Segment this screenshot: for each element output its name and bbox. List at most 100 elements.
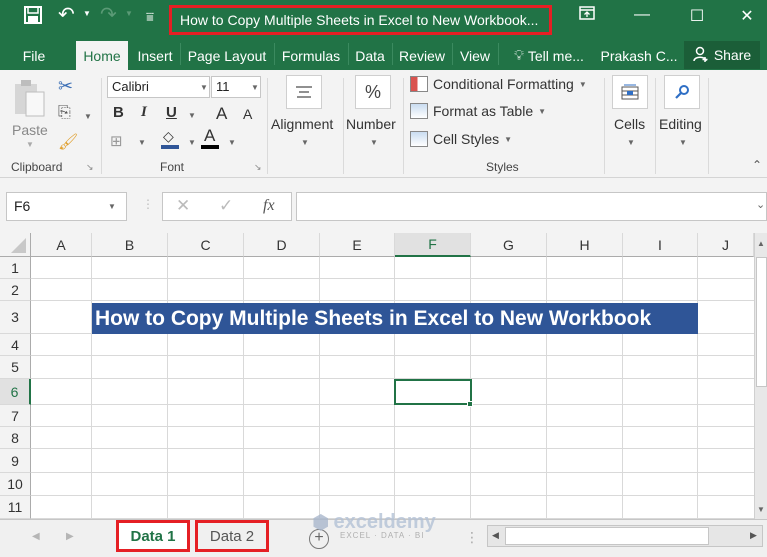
decrease-font-size-button[interactable]: A [243,106,252,122]
active-cell-f6[interactable] [394,379,472,405]
column-header-b[interactable]: B [92,233,168,257]
maximize-button[interactable]: ☐ [682,6,712,26]
formula-input[interactable] [296,192,767,221]
scroll-up-icon[interactable]: ▲ [757,239,765,248]
row-header-10[interactable]: 10 [0,473,31,496]
name-box-dropdown-icon[interactable]: ▼ [108,202,116,211]
cell-styles-button[interactable]: Cell Styles ▼ [410,131,512,147]
row-header-8[interactable]: 8 [0,427,31,449]
customize-qat-icon[interactable]: ⩸ [146,6,154,28]
fill-color-icon[interactable]: ◇ [161,128,181,150]
horizontal-scrollbar[interactable]: ◀ ▶ [487,525,763,547]
grid-column-line [167,257,168,519]
grid-column-line [243,257,244,519]
underline-button[interactable]: U [166,104,177,121]
increase-font-size-button[interactable]: A [216,104,227,124]
font-color-button[interactable]: A [201,126,221,150]
select-all-triangle-icon [11,238,26,253]
column-header-d[interactable]: D [244,233,320,257]
underline-dropdown-icon[interactable]: ▼ [188,111,196,120]
next-sheet-icon[interactable]: ▶ [66,531,74,542]
cut-icon[interactable]: ✂ [58,76,73,97]
undo-dropdown-icon[interactable]: ▼ [83,9,91,18]
tab-file[interactable]: File [10,41,58,70]
column-header-a[interactable]: A [31,233,92,257]
conditional-formatting-button[interactable]: Conditional Formatting ▼ [410,76,587,92]
select-all-button[interactable] [0,233,31,257]
sheet-tab-data-2[interactable]: Data 2 [195,520,269,552]
account-name[interactable]: Prakash C... [598,41,680,70]
column-header-h[interactable]: H [547,233,623,257]
tab-home[interactable]: Home [76,41,128,70]
column-header-f[interactable]: F [395,233,471,257]
font-color-dropdown-icon[interactable]: ▼ [228,138,236,147]
column-header-c[interactable]: C [168,233,244,257]
font-name-dropdown-icon[interactable]: ▼ [200,83,208,92]
tab-view[interactable]: View [453,41,497,70]
tab-formulas[interactable]: Formulas [275,41,347,70]
font-size-dropdown-icon[interactable]: ▼ [251,83,259,92]
collapse-ribbon-icon[interactable]: ⌃ [752,158,762,172]
redo-dropdown-icon[interactable]: ▼ [125,9,133,18]
italic-button[interactable]: I [141,104,147,121]
grid-column-line [697,257,698,519]
title-cell-b3[interactable]: How to Copy Multiple Sheets in Excel to … [92,303,698,334]
row-header-6[interactable]: 6 [0,379,31,405]
row-header-7[interactable]: 7 [0,405,31,427]
format-painter-icon[interactable]: 🖌︎ [58,132,78,152]
formula-bar-grip-icon[interactable]: ⋮ [142,197,154,211]
tell-me-search[interactable]: 💡︎ Tell me... [506,41,592,70]
tab-insert[interactable]: Insert [131,41,179,70]
expand-formula-bar-icon[interactable]: ⌄ [756,198,765,211]
horizontal-scroll-thumb[interactable] [505,527,709,545]
tab-page-layout[interactable]: Page Layout [181,41,273,70]
tab-review[interactable]: Review [393,41,451,70]
fill-handle[interactable] [467,401,473,407]
tab-splitter-icon[interactable]: ⋮ [465,529,479,546]
column-header-i[interactable]: I [623,233,698,257]
fill-color-dropdown-icon[interactable]: ▼ [188,138,196,147]
row-header-11[interactable]: 11 [0,496,31,519]
minimize-button[interactable]: — [627,6,657,24]
bold-button[interactable]: B [113,104,124,121]
scroll-down-icon[interactable]: ▼ [757,505,765,514]
clipboard-launcher-icon[interactable]: ↘ [86,162,94,173]
cancel-icon[interactable]: ✕ [176,196,190,216]
borders-icon[interactable]: ⊞ [110,132,123,150]
scroll-left-icon[interactable]: ◀ [492,530,499,541]
enter-icon[interactable]: ✓ [219,196,233,216]
column-header-j[interactable]: J [698,233,754,257]
undo-icon[interactable]: ↶ [58,4,75,26]
sheet-tab-data-1[interactable]: Data 1 [116,520,190,552]
format-as-table-button[interactable]: Format as Table ▼ [410,103,546,119]
font-name-select[interactable]: Calibri [107,76,210,98]
row-header-5[interactable]: 5 [0,356,31,379]
scroll-right-icon[interactable]: ▶ [750,530,757,541]
row-header-3[interactable]: 3 [0,301,31,334]
save-icon[interactable] [24,6,42,30]
row-header-9[interactable]: 9 [0,449,31,473]
copy-icon[interactable]: ⎘ [58,104,71,122]
redo-icon[interactable]: ↷ [100,4,117,26]
row-header-2[interactable]: 2 [0,279,31,301]
row-header-4[interactable]: 4 [0,334,31,356]
vertical-scrollbar[interactable]: ▲ ▼ [754,233,767,519]
borders-dropdown-icon[interactable]: ▼ [138,138,146,147]
paste-button[interactable]: Paste ▼ [10,76,52,152]
previous-sheet-icon[interactable]: ◀ [32,531,40,542]
tab-data[interactable]: Data [349,41,391,70]
exceldemy-watermark: ⬢ exceldemy EXCEL · DATA · BI [312,511,436,540]
font-color-swatch [201,145,219,149]
worksheet-grid[interactable]: ABCDEFGHIJ 1 2 3 4 5 6 7 8 9 10 11 [0,233,754,519]
column-header-g[interactable]: G [471,233,547,257]
vertical-scroll-thumb[interactable] [756,257,767,387]
ribbon-display-options-icon[interactable] [572,6,602,25]
insert-function-icon[interactable]: fx [263,197,275,215]
column-header-e[interactable]: E [320,233,395,257]
close-button[interactable]: ✕ [732,6,762,26]
font-launcher-icon[interactable]: ↘ [254,162,262,173]
row-header-1[interactable]: 1 [0,257,31,279]
share-button[interactable]: Share [684,41,760,69]
group-divider [101,78,102,174]
copy-dropdown-icon[interactable]: ▼ [84,112,92,121]
